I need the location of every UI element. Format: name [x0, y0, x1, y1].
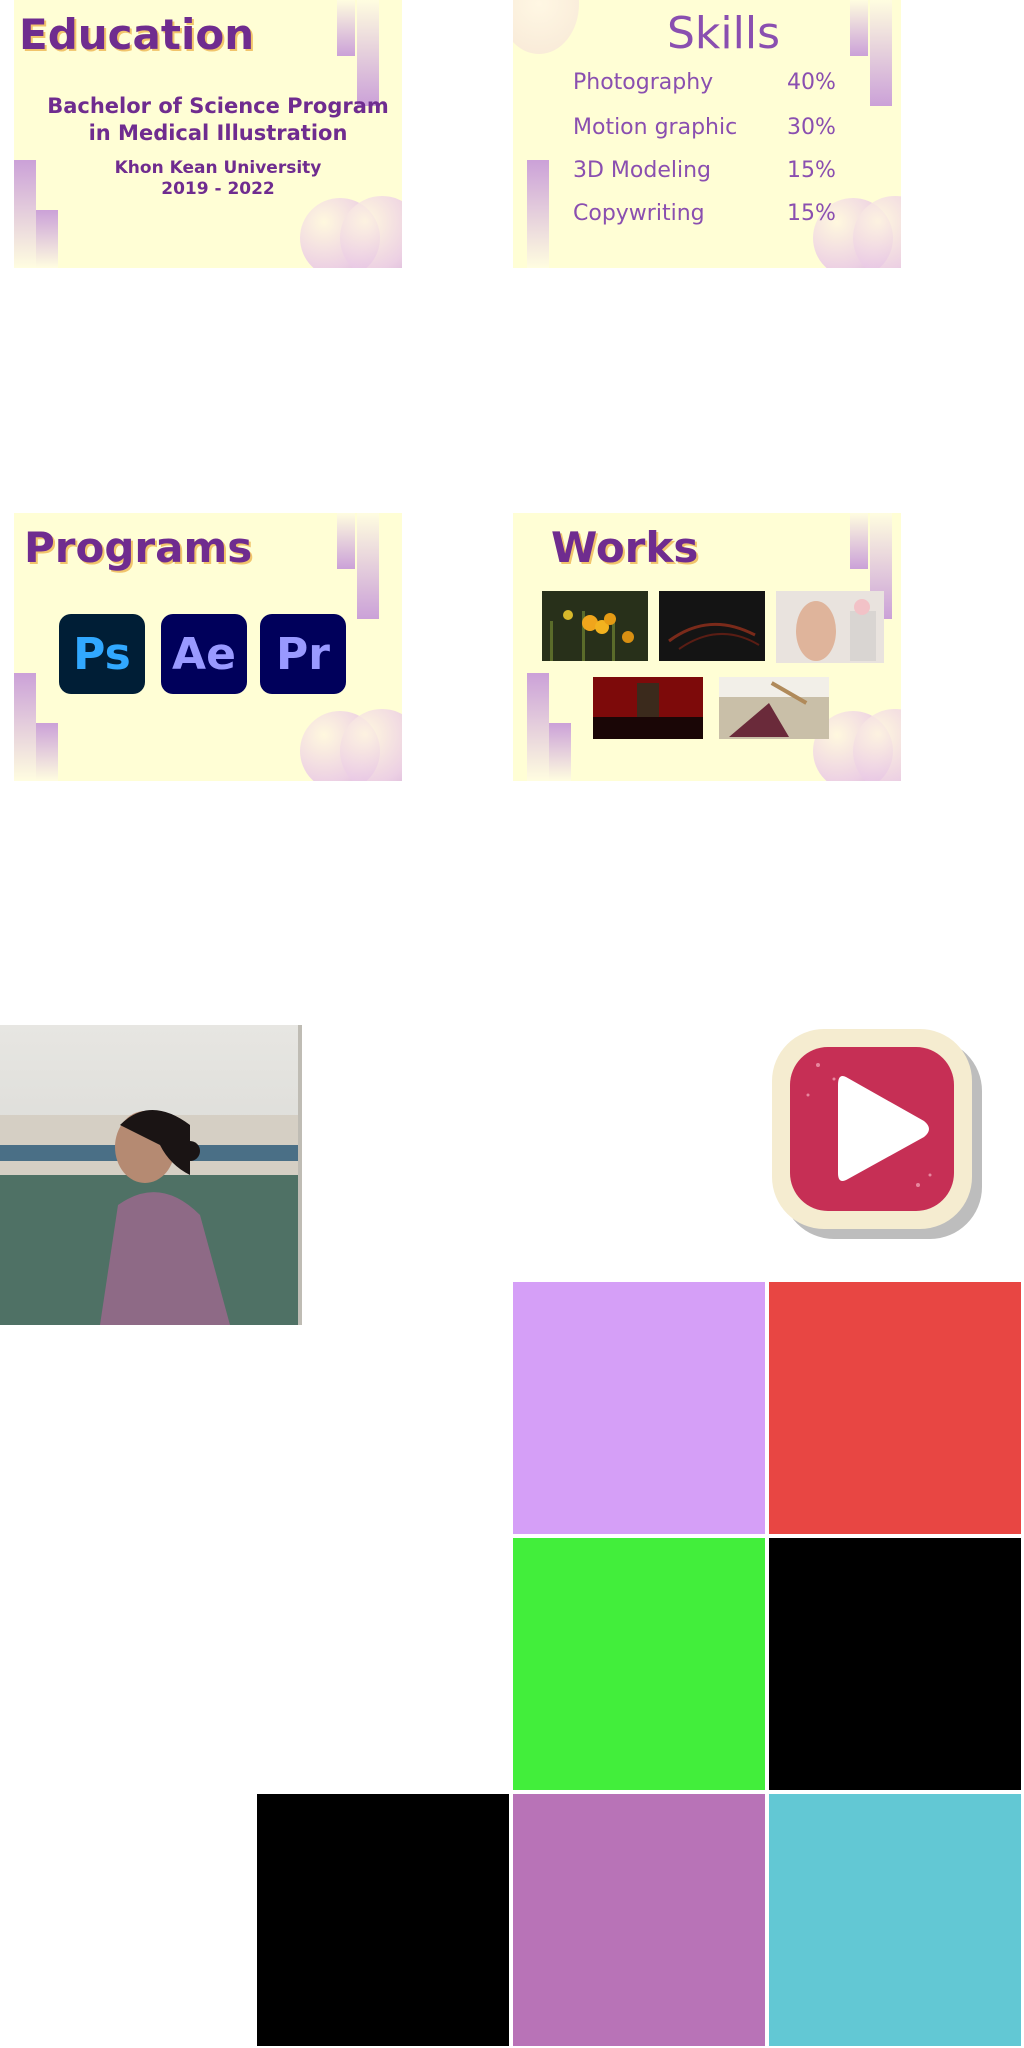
decorative-circle: [513, 0, 579, 54]
work-thumbnail-dark[interactable]: [659, 591, 765, 661]
photoshop-icon[interactable]: Ps: [59, 614, 145, 694]
skill-name: 3D Modeling: [573, 158, 712, 183]
work-thumbnail-red[interactable]: [593, 677, 703, 739]
hands-image: [719, 677, 829, 739]
color-tile-green: [513, 1538, 765, 1790]
app-label: Ae: [172, 628, 236, 680]
dark-image: [659, 591, 765, 661]
slide-title: Programs: [24, 523, 253, 572]
slide-works[interactable]: Works: [513, 513, 901, 781]
red-poster-image: [593, 677, 703, 739]
slide-skills[interactable]: Skills Photography 40% Motion graphic 30…: [513, 0, 901, 268]
decorative-bar: [870, 0, 892, 106]
play-icon: [772, 1029, 982, 1239]
decorative-bar: [36, 723, 58, 781]
portrait-image: [0, 1025, 302, 1325]
color-tile-purple: [513, 1794, 765, 2046]
decorative-bar: [850, 0, 868, 56]
premiere-pro-icon[interactable]: Pr: [260, 614, 346, 694]
decorative-bar: [337, 0, 355, 56]
color-tile-black-bottom: [257, 1794, 509, 2046]
skill-name: Copywriting: [573, 201, 705, 226]
skill-name: Photography: [573, 70, 714, 95]
decorative-bar: [527, 673, 549, 781]
skill-name: Motion graphic: [573, 115, 738, 140]
study-years: 2019 - 2022: [161, 179, 275, 199]
decorative-bar: [549, 723, 571, 781]
skill-row: Photography 40%: [573, 70, 836, 95]
slide-title: Skills: [667, 8, 781, 59]
skill-percent: 40%: [787, 70, 836, 95]
mannequin-image: [776, 591, 884, 663]
skill-percent: 15%: [787, 201, 836, 226]
decorative-bar: [357, 513, 379, 619]
work-thumbnail-hands[interactable]: [719, 677, 829, 739]
work-thumbnail-flowers[interactable]: [542, 591, 648, 661]
skill-row: Motion graphic 30%: [573, 115, 836, 140]
decorative-bar: [850, 513, 868, 569]
flowers-image: [542, 591, 648, 661]
skill-percent: 15%: [787, 158, 836, 183]
skill-row: Copywriting 15%: [573, 201, 836, 226]
app-label: Pr: [276, 628, 330, 680]
slide-title: Works: [551, 523, 699, 572]
play-button[interactable]: [768, 1025, 984, 1241]
color-tile-cyan: [769, 1794, 1021, 2046]
slide-education[interactable]: Education Bachelor of Science Program in…: [14, 0, 402, 268]
slide-title: Education: [19, 10, 255, 59]
portrait-photo: [0, 1025, 302, 1325]
app-label: Ps: [73, 628, 131, 680]
degree-line-1: Bachelor of Science Program: [47, 94, 389, 118]
decorative-bar: [14, 673, 36, 781]
after-effects-icon[interactable]: Ae: [161, 614, 247, 694]
color-tile-lavender: [513, 1282, 765, 1534]
decorative-bar: [337, 513, 355, 569]
degree-line-2: in Medical Illustration: [88, 121, 348, 145]
university-name: Khon Kean University: [114, 158, 322, 178]
work-thumbnail-mannequin[interactable]: [776, 591, 884, 663]
color-tile-black: [769, 1538, 1021, 1790]
decorative-bar: [357, 0, 379, 106]
color-tile-red: [769, 1282, 1021, 1534]
skill-row: 3D Modeling 15%: [573, 158, 836, 183]
skill-percent: 30%: [787, 115, 836, 140]
decorative-bar: [527, 160, 549, 268]
slide-programs[interactable]: Programs Ps Ae Pr: [14, 513, 402, 781]
decorative-bar: [36, 210, 58, 268]
